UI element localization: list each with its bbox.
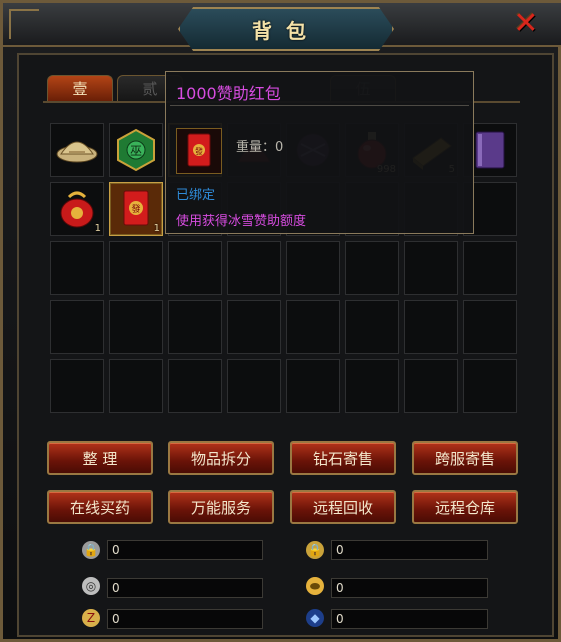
- bound-ingot-icon: 🔒: [306, 541, 324, 559]
- window-title: 背包: [252, 18, 320, 43]
- inventory-window: 背包 ✕ 壹 贰 伍 巫 發: [0, 0, 561, 642]
- remote-warehouse-button[interactable]: 远程仓库: [412, 490, 518, 524]
- svg-text:巫: 巫: [130, 144, 142, 158]
- green-jade-icon: 巫: [117, 128, 155, 172]
- bound-coin-value: 0: [107, 540, 263, 560]
- buy-potion-button[interactable]: 在线买药: [47, 490, 153, 524]
- inventory-slot[interactable]: [168, 300, 222, 354]
- inventory-slot[interactable]: [50, 123, 104, 177]
- silver-coin-value: 0: [107, 578, 263, 598]
- sort-button[interactable]: 整 理: [47, 441, 153, 475]
- svg-text:發: 發: [131, 203, 140, 215]
- silver-coin-icon: ◎: [82, 577, 100, 595]
- tooltip-divider: [170, 105, 469, 106]
- tab-1[interactable]: 壹: [47, 75, 113, 101]
- inventory-slot[interactable]: [50, 300, 104, 354]
- inventory-slot[interactable]: [345, 359, 399, 413]
- remote-recycle-button[interactable]: 远程回收: [290, 490, 396, 524]
- inventory-slot[interactable]: [227, 359, 281, 413]
- inventory-slot[interactable]: [345, 241, 399, 295]
- red-envelope-icon: 發: [187, 133, 211, 167]
- close-x-icon: ✕: [513, 5, 539, 41]
- inventory-slot[interactable]: [168, 241, 222, 295]
- inventory-slot[interactable]: 巫: [109, 123, 163, 177]
- tooltip-title: 1000赞助红包: [176, 84, 281, 103]
- title-plate: 背包: [178, 7, 394, 51]
- cross-server-consign-button[interactable]: 跨服寄售: [412, 441, 518, 475]
- diamond-icon: ◆: [306, 609, 324, 627]
- medal-icon: Z: [82, 609, 100, 627]
- inventory-slot[interactable]: [286, 359, 340, 413]
- split-item-button[interactable]: 物品拆分: [168, 441, 274, 475]
- item-tooltip: 1000赞助红包 發 重量：0 已绑定 使用获得冰雪赞助额度: [165, 71, 474, 234]
- tooltip-description: 使用获得冰雪赞助额度: [176, 214, 307, 229]
- universal-service-button[interactable]: 万能服务: [168, 490, 274, 524]
- inventory-slot[interactable]: [463, 241, 517, 295]
- inventory-slot[interactable]: [109, 359, 163, 413]
- hat-icon: [56, 141, 98, 163]
- inventory-slot[interactable]: [404, 359, 458, 413]
- inventory-slot[interactable]: [50, 241, 104, 295]
- inventory-slot[interactable]: [109, 300, 163, 354]
- inventory-slot[interactable]: [227, 300, 281, 354]
- inventory-slot[interactable]: [463, 359, 517, 413]
- diamond-value: 0: [331, 609, 488, 629]
- gold-ingot-icon: ⬬: [306, 577, 324, 595]
- tooltip-weight: 重量：0: [236, 140, 284, 155]
- inventory-slot[interactable]: [404, 300, 458, 354]
- medal-value: 0: [107, 609, 263, 629]
- inventory-slot[interactable]: [286, 300, 340, 354]
- inventory-slot[interactable]: [404, 241, 458, 295]
- inventory-slot[interactable]: [168, 359, 222, 413]
- bound-coin-icon: 🔒: [82, 541, 100, 559]
- item-count: 1: [153, 223, 160, 234]
- close-button[interactable]: ✕: [509, 5, 543, 41]
- inventory-slot[interactable]: [227, 241, 281, 295]
- gold-ingot-value: 0: [331, 578, 488, 598]
- diamond-consign-button[interactable]: 钻石寄售: [290, 441, 396, 475]
- tooltip-item-icon: 發: [176, 128, 222, 174]
- inventory-slot[interactable]: 1: [50, 182, 104, 236]
- inventory-slot[interactable]: [286, 241, 340, 295]
- inventory-slot[interactable]: [109, 241, 163, 295]
- inventory-slot[interactable]: [463, 300, 517, 354]
- inventory-slot[interactable]: 發 1: [109, 182, 163, 236]
- tooltip-bound-status: 已绑定: [176, 188, 216, 203]
- corner-ornament: [9, 9, 39, 39]
- inventory-slot[interactable]: [345, 300, 399, 354]
- item-count: 1: [94, 223, 101, 234]
- inventory-slot[interactable]: [50, 359, 104, 413]
- bound-ingot-value: 0: [331, 540, 488, 560]
- svg-text:發: 發: [195, 147, 203, 156]
